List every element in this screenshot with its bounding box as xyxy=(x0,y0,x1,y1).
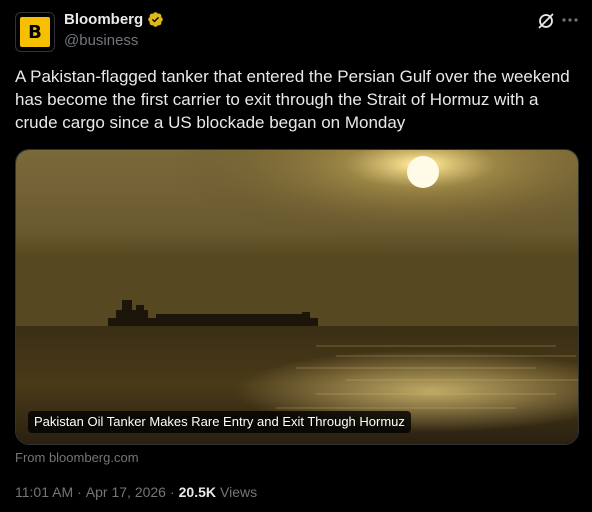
tweet-date[interactable]: Apr 17, 2026 xyxy=(86,484,166,500)
link-source[interactable]: From bloomberg.com xyxy=(15,450,139,465)
name-row: Bloomberg xyxy=(64,11,164,28)
tweet-card: B Bloomberg @business A Pakistan-flagged… xyxy=(0,0,592,512)
media-caption: Pakistan Oil Tanker Makes Rare Entry and… xyxy=(28,411,411,433)
verified-badge-icon xyxy=(147,11,164,28)
meta-separator: · xyxy=(77,484,82,500)
handle[interactable]: @business xyxy=(64,32,138,49)
views-count[interactable]: 20.5K xyxy=(179,484,216,500)
grok-icon[interactable] xyxy=(536,11,556,31)
tweet-meta: 11:01 AM · Apr 17, 2026 · 20.5K Views xyxy=(15,484,257,500)
tweet-time[interactable]: 11:01 AM xyxy=(15,484,73,500)
tweet-text: A Pakistan-flagged tanker that entered t… xyxy=(15,67,570,132)
tanker-photo xyxy=(16,150,578,444)
link-card-image[interactable]: Pakistan Oil Tanker Makes Rare Entry and… xyxy=(15,149,579,445)
avatar-letter: B xyxy=(28,21,42,43)
views-label: Views xyxy=(220,484,258,500)
bloomberg-logo: B xyxy=(20,17,50,47)
avatar[interactable]: B xyxy=(15,12,55,52)
display-name[interactable]: Bloomberg xyxy=(64,11,143,28)
meta-separator: · xyxy=(169,484,175,500)
more-icon[interactable] xyxy=(560,10,580,30)
